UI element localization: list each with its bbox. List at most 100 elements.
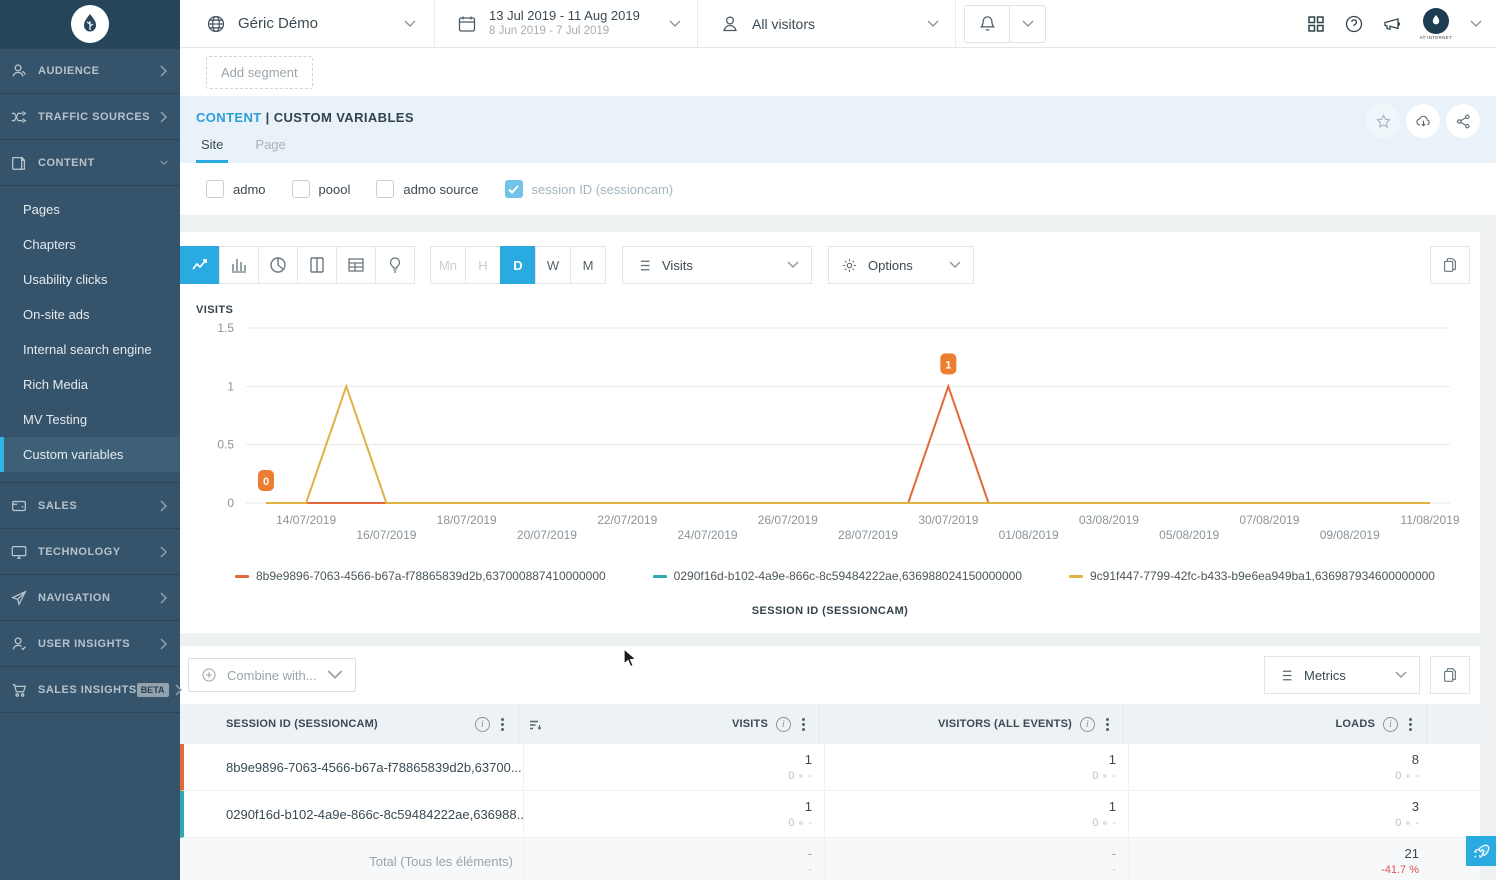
chevron-right-icon — [175, 684, 183, 696]
visitor-segment-selector[interactable]: All visitors — [698, 0, 956, 47]
granularity-hour-button[interactable]: H — [465, 246, 501, 284]
checkbox-admo-source[interactable]: admo source — [376, 180, 478, 198]
kebab-menu-icon[interactable] — [797, 716, 809, 732]
checkbox-label: admo — [233, 182, 266, 197]
visits-value: 1 — [805, 751, 812, 769]
col-header-loads[interactable]: LOADS i — [1124, 704, 1427, 744]
checkbox-session-id-sessioncam[interactable]: session ID (sessioncam) — [505, 180, 674, 198]
granularity-day-button[interactable]: D — [500, 246, 536, 284]
notifications-chevron[interactable] — [1009, 6, 1045, 42]
sidebar-item-technology[interactable]: TECHNOLOGY — [0, 529, 180, 575]
sidebar-item-usability-clicks[interactable]: Usability clicks — [0, 262, 180, 297]
line-chart-button[interactable] — [180, 246, 220, 284]
metrics-dropdown[interactable]: Metrics — [1264, 656, 1420, 694]
info-icon[interactable]: i — [475, 717, 490, 732]
announcements-megaphone-icon[interactable] — [1382, 14, 1402, 34]
cell-visits: 1 0- — [523, 791, 824, 837]
sidebar-item-content[interactable]: CONTENT — [0, 140, 180, 186]
kebab-menu-icon[interactable] — [1404, 716, 1416, 732]
chevron-right-icon — [160, 592, 168, 604]
sidebar-item-navigation[interactable]: NAVIGATION — [0, 575, 180, 621]
download-cloud-icon[interactable] — [1406, 104, 1440, 138]
tab-page[interactable]: Page — [250, 131, 290, 163]
svg-text:09/08/2019: 09/08/2019 — [1320, 528, 1380, 542]
kebab-menu-icon[interactable] — [1101, 716, 1113, 732]
traffic-sources-icon — [8, 107, 30, 127]
legend-item-series-1[interactable]: 8b9e9896-7063-4566-b67a-f78865839d2b,637… — [235, 569, 606, 583]
account-menu[interactable]: AT INTERNET — [1420, 8, 1452, 40]
comparison-dot-icon — [1103, 821, 1107, 825]
sidebar-item-traffic-sources[interactable]: TRAFFIC SOURCES — [0, 94, 180, 140]
sidebar-item-on-site-ads[interactable]: On-site ads — [0, 297, 180, 332]
add-segment-button[interactable]: Add segment — [206, 56, 313, 89]
col-header-visitors-all-events[interactable]: VISITORS (ALL EVENTS) i — [820, 704, 1124, 744]
col-header-session-id[interactable]: SESSION ID (SESSIONCAM) i — [180, 704, 519, 744]
comparison-value: 0 — [788, 816, 794, 830]
chart-export-icon[interactable] — [1430, 246, 1470, 284]
info-icon[interactable]: i — [1383, 717, 1398, 732]
app-logo[interactable] — [0, 0, 180, 48]
sidebar-item-internal-search-engine[interactable]: Internal search engine — [0, 332, 180, 367]
trend-value: - — [808, 769, 812, 783]
granularity-minute-button[interactable]: Mn — [430, 246, 466, 284]
info-icon[interactable]: i — [1080, 717, 1095, 732]
table-row[interactable]: 8b9e9896-7063-4566-b67a-f78865839d2b,637… — [180, 744, 1480, 791]
checkbox-poool[interactable]: poool — [292, 180, 351, 198]
apps-grid-icon[interactable] — [1306, 14, 1326, 34]
sidebar-item-custom-variables[interactable]: Custom variables — [0, 437, 180, 472]
col-header-visits[interactable]: VISITS i — [519, 704, 820, 744]
combine-with-button[interactable]: Combine with... — [188, 658, 356, 692]
breadcrumb-section[interactable]: CONTENT — [196, 110, 262, 125]
svg-text:0.5: 0.5 — [217, 438, 234, 452]
table-view-button[interactable] — [336, 246, 376, 284]
page-title: CONTENT|CUSTOM VARIABLES — [196, 110, 1496, 125]
kebab-menu-icon[interactable] — [496, 716, 508, 732]
chevron-down-icon — [160, 157, 168, 169]
chevron-down-icon — [1395, 671, 1407, 679]
favorite-star-icon[interactable] — [1366, 104, 1400, 138]
row-session-id[interactable]: 8b9e9896-7063-4566-b67a-f78865839d2b,637… — [184, 744, 523, 790]
chevron-down-icon — [327, 667, 343, 683]
legend-item-series-2[interactable]: 0290f16d-b102-4a9e-866c-8c59484222ae,636… — [653, 569, 1022, 583]
sidebar-section-label: USER INSIGHTS — [38, 638, 160, 650]
tab-site[interactable]: Site — [196, 131, 228, 163]
metric-dropdown[interactable]: Visits — [622, 246, 812, 284]
share-icon[interactable] — [1446, 104, 1480, 138]
sidebar-item-chapters[interactable]: Chapters — [0, 227, 180, 262]
sidebar-item-user-insights[interactable]: USER INSIGHTS — [0, 621, 180, 667]
granularity-week-button[interactable]: W — [535, 246, 571, 284]
legend-item-series-3[interactable]: 9c91f447-7799-42fc-b433-b9e6ea949ba1,636… — [1069, 569, 1435, 583]
help-icon[interactable] — [1344, 14, 1364, 34]
pie-chart-button[interactable] — [258, 246, 298, 284]
sort-icon[interactable] — [529, 718, 542, 731]
trend-value: - — [1112, 769, 1116, 783]
sidebar-item-sales[interactable]: SALES — [0, 483, 180, 529]
cell-loads: 3 0- — [1128, 791, 1431, 837]
info-icon[interactable]: i — [776, 717, 791, 732]
date-range-selector[interactable]: 13 Jul 2019 - 11 Aug 2019 8 Jun 2019 - 7… — [435, 0, 698, 47]
granularity-month-button[interactable]: M — [570, 246, 606, 284]
sidebar-item-sales-insights[interactable]: SALES INSIGHTS BETA — [0, 667, 180, 713]
rocket-launch-button[interactable] — [1466, 836, 1496, 866]
table-export-icon[interactable] — [1430, 656, 1470, 694]
notifications-bell-icon[interactable] — [965, 6, 1009, 42]
table-header-row: SESSION ID (SESSIONCAM) i VISITS i VISIT… — [180, 704, 1480, 744]
visits-line-chart[interactable]: 00.511.514/07/201916/07/201918/07/201920… — [180, 318, 1464, 553]
topbar: Géric Démo 13 Jul 2019 - 11 Aug 2019 8 J… — [180, 0, 1496, 48]
stream-chart-button[interactable] — [297, 246, 337, 284]
row-session-id[interactable]: 0290f16d-b102-4a9e-866c-8c59484222ae,636… — [184, 791, 523, 837]
sidebar-item-audience[interactable]: AUDIENCE — [0, 48, 180, 94]
insight-bulb-button[interactable] — [375, 246, 415, 284]
svg-text:01/08/2019: 01/08/2019 — [999, 528, 1059, 542]
checkbox-label: session ID (sessioncam) — [532, 182, 674, 197]
bar-chart-button[interactable] — [219, 246, 259, 284]
beta-badge: BETA — [137, 683, 169, 697]
chevron-down-icon[interactable] — [1470, 20, 1482, 28]
checkbox-admo[interactable]: admo — [206, 180, 266, 198]
site-selector[interactable]: Géric Démo — [180, 0, 435, 47]
sidebar-item-pages[interactable]: Pages — [0, 192, 180, 227]
options-dropdown[interactable]: Options — [828, 246, 974, 284]
table-row[interactable]: 0290f16d-b102-4a9e-866c-8c59484222ae,636… — [180, 791, 1480, 838]
sidebar-item-rich-media[interactable]: Rich Media — [0, 367, 180, 402]
sidebar-item-mv-testing[interactable]: MV Testing — [0, 402, 180, 437]
